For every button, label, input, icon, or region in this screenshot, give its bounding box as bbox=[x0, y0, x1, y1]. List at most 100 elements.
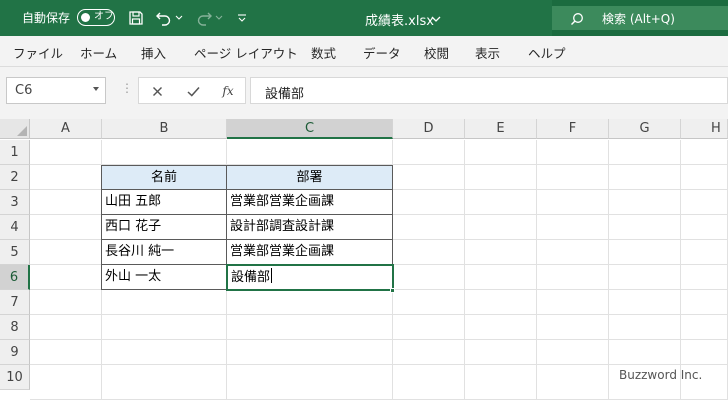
insert-function-icon[interactable]: fx bbox=[219, 82, 237, 100]
grid-cell[interactable] bbox=[393, 140, 465, 165]
grid-cell[interactable] bbox=[537, 290, 609, 315]
table-cell-name[interactable]: 外山 一太 bbox=[101, 265, 227, 290]
grid-cell[interactable] bbox=[393, 215, 465, 240]
tab-help[interactable]: ヘルプ bbox=[528, 43, 566, 62]
grid-cell[interactable] bbox=[537, 340, 609, 365]
table-cell-name[interactable]: 長谷川 純一 bbox=[101, 240, 227, 265]
select-all-button[interactable] bbox=[0, 119, 30, 139]
grid-cell[interactable] bbox=[30, 215, 102, 240]
column-header-h[interactable]: H bbox=[681, 119, 728, 139]
grid-cell[interactable] bbox=[30, 240, 102, 265]
grid-cell[interactable] bbox=[393, 315, 465, 340]
table-cell-department[interactable]: 営業部営業企画課 bbox=[227, 190, 393, 215]
grid-cell[interactable] bbox=[30, 315, 102, 340]
grid-cell[interactable] bbox=[30, 290, 102, 315]
grid-cell[interactable] bbox=[393, 165, 465, 190]
grid-cell[interactable] bbox=[30, 340, 102, 365]
grid-cell[interactable] bbox=[537, 215, 609, 240]
tab-formulas[interactable]: 数式 bbox=[311, 43, 336, 62]
grid-cell[interactable] bbox=[681, 290, 728, 315]
document-title[interactable]: 成績表.xlsx bbox=[365, 10, 434, 29]
grid-cell[interactable] bbox=[609, 165, 681, 190]
formula-input[interactable]: 設備部 bbox=[250, 77, 728, 104]
active-cell-c6[interactable]: 設備部 bbox=[226, 264, 394, 291]
row-header-4[interactable]: 4 bbox=[0, 215, 30, 240]
grid-cell[interactable] bbox=[393, 365, 465, 400]
grid-cell[interactable] bbox=[537, 365, 609, 400]
grid-cell[interactable] bbox=[227, 290, 393, 315]
grid-cell[interactable] bbox=[393, 240, 465, 265]
grid-cell[interactable] bbox=[465, 140, 537, 165]
tab-insert[interactable]: 挿入 bbox=[141, 43, 166, 62]
undo-dropdown-icon[interactable] bbox=[174, 8, 184, 28]
title-dropdown-icon[interactable] bbox=[430, 9, 442, 29]
grid-cell[interactable] bbox=[537, 140, 609, 165]
row-header-9[interactable]: 9 bbox=[0, 340, 30, 365]
row-header-10[interactable]: 10 bbox=[0, 365, 30, 390]
grid-cell[interactable] bbox=[537, 265, 609, 290]
grid-cell[interactable] bbox=[681, 315, 728, 340]
grid-cell[interactable] bbox=[609, 340, 681, 365]
table-header-name[interactable]: 名前 bbox=[101, 165, 227, 190]
grid-cell[interactable] bbox=[465, 315, 537, 340]
fill-handle[interactable] bbox=[390, 288, 395, 293]
table-cell-department[interactable]: 営業部営業企画課 bbox=[227, 240, 393, 265]
column-header-b[interactable]: B bbox=[102, 119, 227, 139]
grid-cell[interactable] bbox=[681, 190, 728, 215]
grid-cell[interactable] bbox=[681, 165, 728, 190]
table-cell-department[interactable]: 設計部調査設計課 bbox=[227, 215, 393, 240]
grid-cell[interactable] bbox=[537, 165, 609, 190]
grid-cell[interactable] bbox=[681, 240, 728, 265]
table-cell-name[interactable]: 西口 花子 bbox=[101, 215, 227, 240]
grid-cell[interactable] bbox=[681, 265, 728, 290]
grid-cell[interactable] bbox=[465, 215, 537, 240]
grid-cell[interactable] bbox=[465, 190, 537, 215]
redo-icon[interactable] bbox=[194, 8, 214, 28]
column-header-f[interactable]: F bbox=[537, 119, 609, 139]
grid-cell[interactable] bbox=[30, 265, 102, 290]
grid-cell[interactable] bbox=[227, 340, 393, 365]
tab-data[interactable]: データ bbox=[363, 43, 401, 62]
grid-cell[interactable] bbox=[465, 165, 537, 190]
grid-cell[interactable] bbox=[227, 365, 393, 400]
grid-cell[interactable] bbox=[609, 290, 681, 315]
grid-cell[interactable] bbox=[465, 265, 537, 290]
table-cell-name[interactable]: 山田 五郎 bbox=[101, 190, 227, 215]
tab-home[interactable]: ホーム bbox=[80, 43, 117, 62]
grid-cell[interactable] bbox=[465, 340, 537, 365]
search-input[interactable]: 検索 (Alt+Q) bbox=[552, 6, 728, 30]
grid-cell[interactable] bbox=[681, 140, 728, 165]
grid-cell[interactable] bbox=[681, 215, 728, 240]
grid-cell[interactable] bbox=[681, 340, 728, 365]
table-header-department[interactable]: 部署 bbox=[227, 165, 393, 190]
grid-cell[interactable] bbox=[30, 365, 102, 400]
grid-cell[interactable] bbox=[609, 140, 681, 165]
grid-cell[interactable] bbox=[609, 215, 681, 240]
row-header-3[interactable]: 3 bbox=[0, 190, 30, 215]
column-header-g[interactable]: G bbox=[609, 119, 681, 139]
grid-cell[interactable] bbox=[609, 315, 681, 340]
row-header-8[interactable]: 8 bbox=[0, 315, 30, 340]
grid-cell[interactable] bbox=[465, 240, 537, 265]
enter-check-icon[interactable] bbox=[184, 82, 202, 100]
grid-cell[interactable] bbox=[537, 190, 609, 215]
grid-cell[interactable] bbox=[102, 290, 227, 315]
tab-review[interactable]: 校閲 bbox=[424, 43, 449, 62]
tab-file[interactable]: ファイル bbox=[13, 43, 63, 62]
grid-cell[interactable] bbox=[609, 265, 681, 290]
customize-toolbar-icon[interactable] bbox=[236, 8, 248, 28]
row-header-2[interactable]: 2 bbox=[0, 165, 30, 190]
grid-cell[interactable] bbox=[30, 165, 102, 190]
grid-cell[interactable] bbox=[102, 315, 227, 340]
grid-cell[interactable] bbox=[102, 365, 227, 400]
cancel-icon[interactable] bbox=[148, 82, 166, 100]
grid-cell[interactable] bbox=[227, 140, 393, 165]
save-icon[interactable] bbox=[126, 8, 146, 28]
grid-cell[interactable] bbox=[102, 140, 227, 165]
grid-cell[interactable] bbox=[393, 290, 465, 315]
grid-cell[interactable] bbox=[227, 315, 393, 340]
row-header-5[interactable]: 5 bbox=[0, 240, 30, 265]
grid-cell[interactable] bbox=[609, 240, 681, 265]
formula-bar-grip-icon[interactable]: ⋮ bbox=[121, 81, 133, 95]
grid-cell[interactable] bbox=[102, 340, 227, 365]
